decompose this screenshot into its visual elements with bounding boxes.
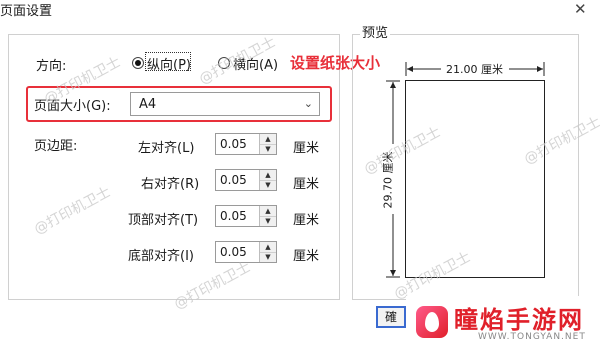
- page-size-select[interactable]: A4 ⌄: [130, 92, 320, 116]
- margin-left-stepper[interactable]: 0.05 ▲ ▼: [215, 133, 277, 155]
- chevron-down-icon: ⌄: [303, 97, 313, 110]
- spin-down-icon[interactable]: ▼: [260, 252, 276, 262]
- page-size-value: A4: [139, 97, 157, 112]
- flame-logo-icon: [416, 306, 448, 338]
- margin-top-label: 顶部对齐(T): [128, 213, 199, 228]
- margin-left-label: 左对齐(L): [138, 141, 195, 156]
- margin-bottom-stepper[interactable]: 0.05 ▲ ▼: [215, 241, 277, 263]
- margin-left-unit: 厘米: [293, 141, 320, 156]
- close-icon[interactable]: ✕: [574, 0, 587, 18]
- ok-button[interactable]: 確: [376, 306, 406, 328]
- page-setup-dialog: 页面设置 ✕ 方向: 纵向(P) 横向(A) 设置纸张大小 页面大小(G): A…: [0, 0, 600, 350]
- portrait-radio-label[interactable]: 纵向(P): [147, 54, 191, 73]
- margins-label: 页边距:: [34, 139, 78, 154]
- page-size-label: 页面大小(G):: [34, 99, 111, 114]
- portrait-radio[interactable]: [132, 57, 144, 69]
- height-dimension-label: 29.70 厘米: [379, 150, 396, 210]
- landscape-radio-label[interactable]: 横向(A): [233, 54, 278, 73]
- margin-bottom-value: 0.05: [220, 245, 247, 259]
- width-dimension-label: 21.00 厘米: [445, 61, 504, 77]
- brand-url: WWW.TONGYAN.NET: [478, 332, 586, 342]
- preview-title: 预览: [360, 22, 391, 41]
- margin-top-stepper[interactable]: 0.05 ▲ ▼: [215, 205, 277, 227]
- dialog-title: 页面设置: [0, 4, 53, 19]
- margin-top-value: 0.05: [220, 209, 247, 223]
- spin-down-icon[interactable]: ▼: [260, 180, 276, 190]
- margin-left-value: 0.05: [220, 137, 247, 151]
- margin-right-unit: 厘米: [293, 177, 320, 192]
- brand-name: 瞳焰手游网: [454, 306, 584, 334]
- spin-down-icon[interactable]: ▼: [260, 216, 276, 226]
- orientation-label: 方向:: [36, 59, 67, 74]
- landscape-radio[interactable]: [218, 57, 230, 69]
- margin-right-label: 右对齐(R): [141, 177, 200, 192]
- margin-right-stepper[interactable]: 0.05 ▲ ▼: [215, 169, 277, 191]
- margin-top-unit: 厘米: [293, 213, 320, 228]
- margin-bottom-unit: 厘米: [293, 249, 320, 264]
- paper-preview: [405, 80, 545, 278]
- brand-watermark: 瞳焰手游网 WWW.TONGYAN.NET: [406, 296, 600, 350]
- margin-right-value: 0.05: [220, 173, 247, 187]
- spin-down-icon[interactable]: ▼: [260, 144, 276, 154]
- margin-bottom-label: 底部对齐(I): [128, 249, 194, 264]
